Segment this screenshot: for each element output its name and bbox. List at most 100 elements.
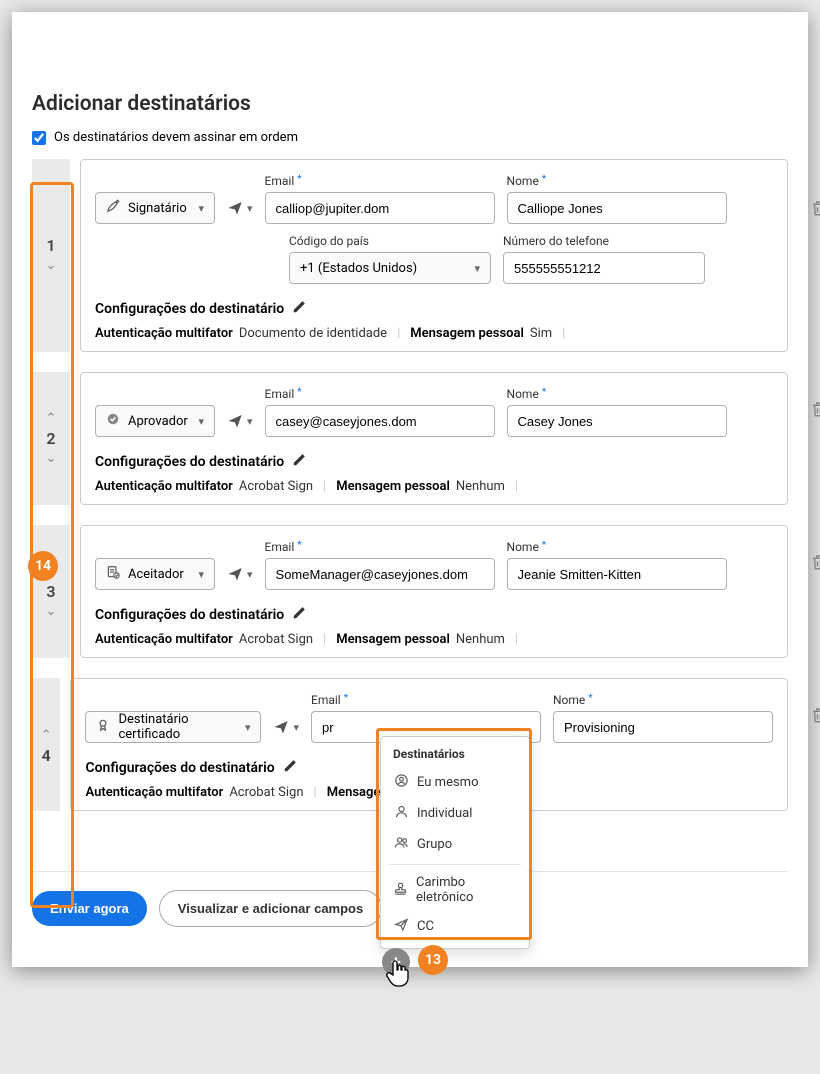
- order-column: ⌃ 3 ⌄: [32, 525, 70, 658]
- chevron-down-icon: ▾: [198, 202, 204, 215]
- auth-value: Acrobat Sign: [239, 632, 313, 647]
- country-label: Código do país: [289, 234, 491, 248]
- delete-recipient-button[interactable]: [810, 553, 820, 576]
- delete-recipient-button[interactable]: [810, 199, 820, 222]
- recipient-block: 1 ⌄ Signatário ▾ ▾ Email *: [32, 159, 788, 352]
- order-down-icon[interactable]: ⌄: [46, 448, 57, 469]
- paper-plane-icon: [227, 200, 243, 216]
- email-input[interactable]: [265, 405, 495, 437]
- user-icon: [393, 804, 409, 823]
- divider: |: [515, 479, 518, 494]
- divider: |: [314, 785, 317, 800]
- role-label: Destinatário certificado: [118, 712, 236, 742]
- email-label: Email *: [265, 174, 495, 188]
- name-input[interactable]: [553, 711, 773, 743]
- recipients-container: 1 ⌄ Signatário ▾ ▾ Email *: [32, 159, 788, 811]
- email-input[interactable]: [265, 192, 495, 224]
- divider: |: [397, 326, 400, 341]
- config-label: Configurações do destinatário: [95, 454, 284, 470]
- chevron-down-icon: ▾: [245, 721, 251, 734]
- name-label: Nome *: [507, 540, 727, 554]
- callout-badge-14: 14: [28, 551, 58, 581]
- sign-in-order-row: Os destinatários devem assinar em ordem: [32, 130, 788, 145]
- order-up-icon[interactable]: ⌃: [41, 725, 52, 746]
- name-input[interactable]: [507, 192, 727, 224]
- sign-in-order-checkbox[interactable]: [32, 131, 46, 145]
- msg-label: Mensagem pessoal: [336, 479, 450, 494]
- popup-item[interactable]: Eu mesmo: [381, 767, 529, 798]
- auth-value: Acrobat Sign: [229, 785, 303, 800]
- edit-icon[interactable]: [292, 453, 306, 471]
- auth-label: Autenticação multifator: [95, 479, 233, 494]
- delivery-method-button[interactable]: ▾: [227, 405, 253, 437]
- divider: |: [562, 326, 565, 341]
- popup-item[interactable]: CC: [381, 911, 529, 942]
- role-icon: [106, 565, 120, 583]
- popup-divider: [389, 864, 521, 865]
- auth-value: Acrobat Sign: [239, 479, 313, 494]
- add-recipient-popup: Destinatários Eu mesmo Individual Grupo Ca…: [380, 736, 530, 949]
- add-recipient-button[interactable]: +: [382, 948, 410, 976]
- email-label: Email *: [265, 387, 495, 401]
- name-input[interactable]: [507, 405, 727, 437]
- popup-item[interactable]: Individual: [381, 798, 529, 829]
- delivery-method-button[interactable]: ▾: [227, 192, 253, 224]
- delete-recipient-button[interactable]: [810, 400, 820, 423]
- chevron-down-icon: ▾: [247, 415, 253, 428]
- callout-badge-13: 13: [418, 945, 448, 975]
- delete-recipient-button[interactable]: [810, 706, 820, 729]
- page-title: Adicionar destinatários: [32, 92, 788, 116]
- role-label: Signatário: [128, 201, 187, 216]
- delivery-method-button[interactable]: ▾: [273, 711, 299, 743]
- role-select[interactable]: Aprovador ▾: [95, 405, 215, 437]
- popup-item[interactable]: Grupo: [381, 829, 529, 860]
- users-icon: [393, 835, 409, 854]
- send-icon: [393, 917, 409, 936]
- name-label: Nome *: [507, 387, 727, 401]
- order-down-icon[interactable]: ⌄: [46, 255, 57, 276]
- paper-plane-icon: [227, 566, 243, 582]
- recipient-card: Aceitador ▾ ▾ Email * Nome * Config: [80, 525, 788, 658]
- popup-title: Destinatários: [381, 743, 529, 767]
- edit-icon[interactable]: [292, 606, 306, 624]
- name-label: Nome *: [553, 693, 773, 707]
- phone-input[interactable]: [503, 252, 705, 284]
- popup-item-label: Carimbo eletrônico: [416, 875, 517, 905]
- role-select[interactable]: Destinatário certificado ▾: [85, 711, 261, 743]
- msg-value: Nenhum: [456, 479, 505, 494]
- order-column: ⌃ 4: [32, 678, 60, 811]
- popup-item-label: CC: [417, 919, 434, 934]
- paper-plane-icon: [273, 719, 289, 735]
- auth-label: Autenticação multifator: [95, 326, 233, 341]
- popup-item[interactable]: Carimbo eletrônico: [381, 869, 529, 911]
- role-select[interactable]: Signatário ▾: [95, 192, 215, 224]
- name-input[interactable]: [507, 558, 727, 590]
- divider: |: [323, 479, 326, 494]
- msg-label: Mensagem pessoal: [336, 632, 450, 647]
- email-input[interactable]: [265, 558, 495, 590]
- user-circle-icon: [393, 773, 409, 792]
- country-value: +1 (Estados Unidos): [300, 261, 417, 276]
- send-now-button[interactable]: Enviar agora: [32, 891, 147, 926]
- edit-icon[interactable]: [292, 300, 306, 318]
- auth-label: Autenticação multifator: [85, 785, 223, 800]
- role-select[interactable]: Aceitador ▾: [95, 558, 215, 590]
- popup-item-label: Eu mesmo: [417, 775, 479, 790]
- order-down-icon[interactable]: ⌄: [46, 601, 57, 622]
- divider: |: [323, 632, 326, 647]
- preview-fields-button[interactable]: Visualizar e adicionar campos: [159, 890, 382, 927]
- order-column: ⌃ 2 ⌄: [32, 372, 70, 505]
- role-icon: [96, 718, 110, 736]
- popup-item-label: Grupo: [417, 837, 452, 852]
- country-select[interactable]: +1 (Estados Unidos) ▾: [289, 252, 491, 284]
- order-up-icon[interactable]: ⌃: [46, 408, 57, 429]
- edit-icon[interactable]: [283, 759, 297, 777]
- sign-in-order-label: Os destinatários devem assinar em ordem: [54, 130, 298, 145]
- recipient-block: ⌃ 2 ⌄ Aprovador ▾ ▾ Email *: [32, 372, 788, 505]
- role-label: Aprovador: [128, 414, 188, 429]
- divider: |: [515, 632, 518, 647]
- delivery-method-button[interactable]: ▾: [227, 558, 253, 590]
- name-label: Nome *: [507, 174, 727, 188]
- popup-item-label: Individual: [417, 806, 472, 821]
- email-label: Email *: [265, 540, 495, 554]
